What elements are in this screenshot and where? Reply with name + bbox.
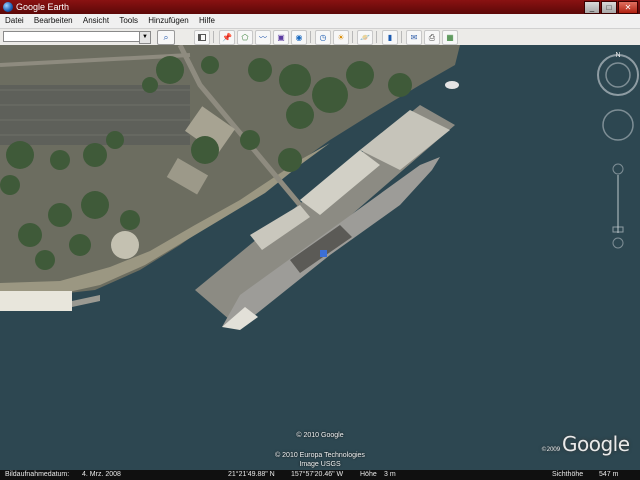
record-tour-button[interactable]: ◉ (291, 30, 307, 45)
menu-edit[interactable]: Bearbeiten (31, 14, 76, 28)
memorial-building (0, 291, 72, 311)
boat (445, 81, 459, 89)
map-credit-europa: © 2010 Europa Technologies (275, 452, 365, 459)
search-dropdown-button[interactable]: ▼ (139, 31, 151, 44)
view-in-maps-icon: ▦ (446, 33, 454, 42)
toolbar: ▼ ⌕ 📌 ⬠ 〰 ▣ ◉ ◷ ☀ 🪐 ▮ ✉ ⎙ ▦ (0, 29, 640, 46)
path-icon: 〰 (259, 33, 267, 42)
toolbar-separator (401, 31, 402, 43)
parking-lot (0, 85, 190, 145)
elevation-label: Höhe (360, 471, 377, 478)
print-icon: ⎙ (428, 33, 436, 42)
menu-add[interactable]: Hinzufügen (145, 14, 191, 28)
window-title: Google Earth (16, 2, 70, 12)
add-polygon-button[interactable]: ⬠ (237, 30, 253, 45)
imagery-date-label: Bildaufnahmedatum: (5, 471, 70, 478)
elevation-value: 3 m (384, 471, 396, 478)
minimize-button[interactable]: _ (584, 1, 600, 14)
menu-file[interactable]: Datei (2, 14, 27, 28)
record-tour-icon: ◉ (295, 33, 303, 42)
sunlight-icon: ☀ (337, 33, 345, 42)
toolbar-separator (213, 31, 214, 43)
planets-button[interactable]: 🪐 (357, 30, 373, 45)
add-path-button[interactable]: 〰 (255, 30, 271, 45)
search-button[interactable]: ⌕ (157, 30, 175, 45)
earth-view[interactable]: © 2010 Google © 2010 Europa Technologies… (0, 45, 640, 470)
menu-help[interactable]: Hilfe (196, 14, 218, 28)
google-logo: ©2009 Google (541, 432, 630, 456)
north-indicator-icon: N (615, 52, 620, 59)
polygon-icon: ⬠ (241, 33, 249, 42)
longitude: 157°57'20.46" W (291, 471, 344, 478)
status-bar: Bildaufnahmedatum: 4. Mrz. 2008 21°21'49… (0, 470, 640, 480)
menu-bar: Datei Bearbeiten Ansicht Tools Hinzufüge… (0, 14, 640, 29)
print-button[interactable]: ⎙ (424, 30, 440, 45)
navigation-controls: N (596, 45, 640, 265)
eye-altitude-label: Sichthöhe (552, 471, 584, 478)
historical-imagery-button[interactable]: ◷ (315, 30, 331, 45)
location-marker (320, 250, 327, 257)
search-input[interactable] (3, 31, 145, 42)
view-in-maps-button[interactable]: ▦ (442, 30, 458, 45)
map-credit-google: © 2010 Google (296, 432, 344, 439)
nav-controls-graphic: N (597, 52, 639, 249)
title-bar: Google Earth _ □ ✕ (0, 0, 640, 14)
close-button[interactable]: ✕ (618, 1, 638, 14)
latitude: 21°21'49.88" N (228, 471, 275, 478)
toolbar-separator (310, 31, 311, 43)
google-earth-app-icon (3, 2, 13, 12)
toolbar-separator (376, 31, 377, 43)
planets-icon: 🪐 (360, 33, 370, 42)
sidebar-toggle-button[interactable] (194, 30, 210, 45)
move-joystick[interactable] (602, 109, 634, 141)
add-image-overlay-button[interactable]: ▣ (273, 30, 289, 45)
satellite-imagery (0, 45, 640, 470)
search-icon: ⌕ (163, 32, 169, 42)
add-placemark-button[interactable]: 📌 (219, 30, 235, 45)
round-plaza (111, 231, 139, 259)
placemark-icon: 📌 (222, 33, 232, 42)
ruler-button[interactable]: ▮ (382, 30, 398, 45)
toolbar-separator (352, 31, 353, 43)
historical-imagery-icon: ◷ (319, 33, 327, 42)
sunlight-button[interactable]: ☀ (333, 30, 349, 45)
imagery-date: 4. Mrz. 2008 (82, 471, 121, 478)
logo-text: Google (562, 432, 630, 456)
zoom-slider[interactable] (612, 163, 624, 249)
look-joystick[interactable]: N (597, 52, 639, 96)
email-button[interactable]: ✉ (406, 30, 422, 45)
eye-altitude-value: 547 m (599, 471, 619, 478)
sidebar-toggle-icon (198, 34, 206, 42)
window-controls: _ □ ✕ (584, 1, 638, 14)
image-overlay-icon: ▣ (277, 33, 285, 42)
maximize-button[interactable]: □ (601, 1, 617, 14)
logo-year: ©2009 (541, 446, 560, 453)
menu-view[interactable]: Ansicht (80, 14, 112, 28)
ruler-icon: ▮ (387, 33, 393, 42)
menu-tools[interactable]: Tools (116, 14, 141, 28)
email-icon: ✉ (410, 33, 418, 42)
map-credit-usgs: Image USGS (299, 461, 341, 468)
